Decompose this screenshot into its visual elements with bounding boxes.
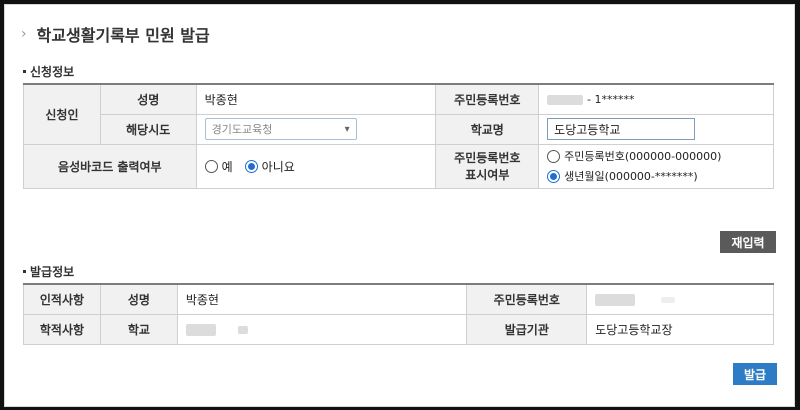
school-masked-block (237, 325, 248, 334)
rrn-masked-block (661, 296, 676, 303)
school-label: 학교명 (435, 113, 540, 145)
bullet-icon (23, 270, 26, 273)
region-label: 해당시도 (99, 113, 197, 145)
barcode-cell: 예 아니요 (195, 143, 437, 189)
radio-icon[interactable] (204, 159, 218, 173)
issue-button[interactable]: 발급 (733, 363, 777, 385)
school-name-input[interactable]: 도당고등학교 (547, 118, 696, 140)
issuer-label: 발급기관 (466, 313, 588, 345)
issuer-value: 도당고등학교장 (586, 313, 774, 345)
issuance-rrn-label: 주민등록번호 (466, 283, 588, 315)
issuance-name-value: 박종현 (176, 283, 468, 315)
personal-label: 인적사항 (23, 283, 101, 315)
rrn-label: 주민등록번호 (435, 83, 540, 115)
chevron-down-icon: ▾ (344, 123, 350, 135)
radio-icon[interactable] (547, 149, 561, 163)
region-cell: 경기도교육청 ▾ (195, 113, 437, 145)
page-title: › 학교생활기록부 민원 발급 (21, 21, 210, 47)
issuance-school-value (176, 313, 468, 345)
radio-selected-icon[interactable] (547, 169, 561, 183)
application-section-title: 신청정보 (23, 63, 74, 80)
applicant-label: 신청인 (23, 83, 101, 145)
issuance-school-label: 학교 (99, 313, 178, 345)
rrn-value: - 1****** (538, 83, 774, 115)
rrn-display-cell: 주민등록번호(000000-000000) 생년월일(000000-******… (538, 143, 774, 189)
school-masked-block (185, 323, 216, 336)
page-title-text: 학교생활기록부 민원 발급 (36, 26, 210, 45)
chevron-right-icon: › (21, 26, 27, 42)
barcode-radio-yes[interactable]: 예 (204, 158, 233, 175)
rrn-masked-block (547, 94, 584, 105)
academic-label: 학적사항 (23, 313, 101, 345)
radio-selected-icon[interactable] (244, 159, 258, 173)
rrn-display-radio-birthdate[interactable]: 생년월일(000000-*******) (547, 168, 765, 184)
issuance-name-label: 성명 (99, 283, 178, 315)
reset-button[interactable]: 재입력 (720, 231, 776, 253)
bullet-icon (23, 70, 26, 73)
rrn-display-label: 주민등록번호 표시여부 (435, 143, 540, 189)
rrn-display-radio-full[interactable]: 주민등록번호(000000-000000) (547, 148, 765, 164)
application-table: 신청인 성명 박종현 주민등록번호 - 1****** 해당시도 경기도교육청 … (23, 83, 774, 189)
issuance-table: 인적사항 성명 박종현 주민등록번호 학적사항 학교 발급기관 도당고등학교장 (23, 283, 774, 345)
barcode-radio-no[interactable]: 아니요 (244, 158, 295, 175)
issuance-rrn-value (586, 283, 774, 315)
issuance-section-title: 발급정보 (23, 263, 74, 280)
main-panel: › 학교생활기록부 민원 발급 신청정보 신청인 성명 박종현 주민등록번호 -… (4, 4, 795, 407)
name-label: 성명 (99, 83, 197, 115)
region-select[interactable]: 경기도교육청 ▾ (204, 118, 357, 140)
name-value: 박종현 (195, 83, 437, 115)
rrn-masked-block (595, 293, 636, 306)
barcode-label: 음성바코드 출력여부 (23, 143, 197, 189)
school-cell: 도당고등학교 (538, 113, 774, 145)
